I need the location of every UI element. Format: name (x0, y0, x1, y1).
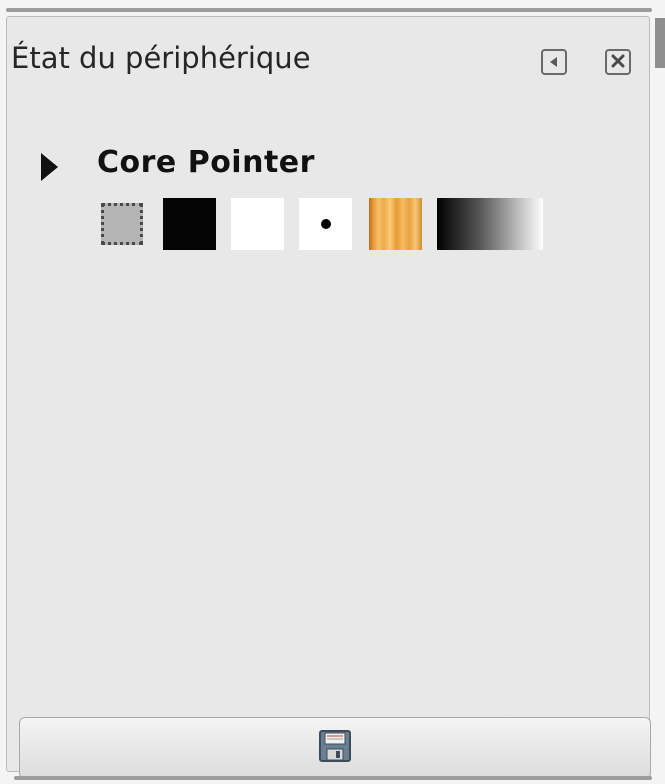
close-icon (611, 53, 625, 72)
panel-title: État du périphérique (11, 41, 311, 75)
pattern-swatch[interactable] (369, 198, 422, 250)
brush-dot (320, 219, 331, 229)
gradient-swatch[interactable] (437, 198, 543, 250)
tab-menu-button[interactable] (541, 49, 567, 75)
selection-icon (101, 203, 143, 245)
tab-menu-icon (548, 53, 560, 72)
bottom-border (14, 776, 652, 780)
device-status-panel: État du périphérique Core Pointer (6, 16, 651, 779)
brush-swatch[interactable] (299, 198, 352, 250)
expander-triangle-icon[interactable] (41, 153, 58, 181)
device-status-window: État du périphérique Core Pointer (0, 0, 665, 784)
save-device-status-button[interactable] (19, 717, 651, 779)
device-name: Core Pointer (97, 145, 315, 180)
scroll-handle[interactable] (655, 18, 665, 68)
background-color-swatch[interactable] (231, 198, 284, 250)
save-floppy-icon (318, 729, 352, 767)
foreground-color-swatch[interactable] (163, 198, 216, 250)
top-border (6, 8, 652, 12)
close-button[interactable] (605, 49, 631, 75)
